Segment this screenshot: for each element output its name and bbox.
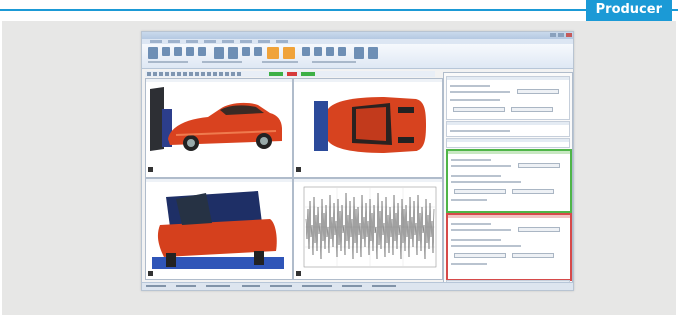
view-toolbar (145, 71, 435, 77)
producer-badge: Producer (585, 0, 672, 21)
properties-panel (443, 72, 573, 290)
maximize-icon (558, 33, 564, 37)
viewport-plot (293, 178, 443, 280)
settings-section (446, 76, 570, 120)
close-icon (566, 33, 572, 37)
ribbon-toolbar (142, 44, 573, 69)
red-group-section (446, 213, 572, 281)
ribbon-button-icon (148, 47, 158, 59)
window-titlebar (142, 32, 573, 39)
status-bar (142, 282, 573, 290)
viewport-top (293, 78, 443, 178)
green-group-section (446, 149, 572, 213)
play-button (269, 72, 283, 76)
viewport-rear (145, 178, 293, 280)
app-screenshot (141, 31, 574, 291)
header-rule (0, 9, 678, 11)
highlight-icon (267, 47, 279, 59)
stop-button (287, 72, 297, 76)
viewport-side (145, 78, 293, 178)
highlight-icon (283, 47, 295, 59)
minimize-icon (550, 33, 556, 37)
